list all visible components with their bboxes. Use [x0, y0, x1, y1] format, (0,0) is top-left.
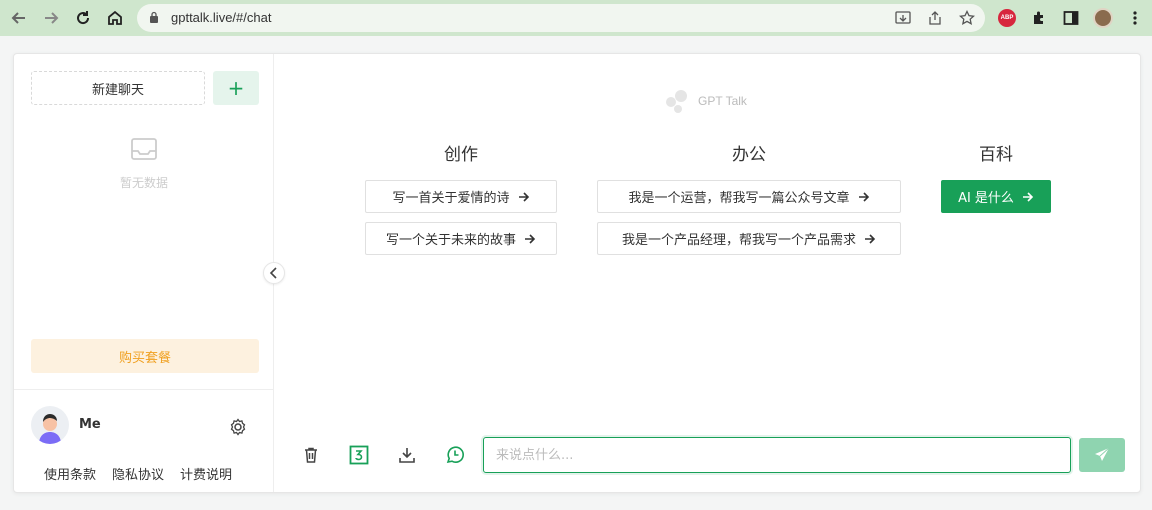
terms-link[interactable]: 使用条款 [44, 464, 96, 483]
arrow-right-icon [865, 233, 876, 244]
prompt-button[interactable]: 写一个关于未来的故事 [365, 222, 557, 255]
arrow-right-icon [518, 191, 529, 202]
share-icon[interactable] [925, 8, 945, 28]
side-panel-icon[interactable] [1060, 7, 1082, 29]
delete-trash-icon[interactable] [300, 444, 322, 466]
avatar[interactable] [31, 406, 69, 444]
column-title-office: 办公 [732, 145, 766, 165]
history-clock-icon[interactable] [444, 444, 466, 466]
user-panel: Me 使用条款 隐私协议 计费说明 [14, 389, 274, 492]
sidebar: 新建聊天 + 暂无数据 购买套餐 Me 使用条款 隐私协议 计费说明 [14, 54, 274, 492]
settings-gear-icon[interactable] [228, 417, 248, 437]
url-text: gpttalk.live/#/chat [171, 10, 272, 25]
pricing-link[interactable]: 计费说明 [180, 464, 232, 483]
add-chat-button[interactable]: + [213, 71, 259, 105]
logo-icon [666, 90, 687, 113]
arrow-right-icon [1022, 191, 1034, 202]
buy-plan-button[interactable]: 购买套餐 [31, 339, 259, 373]
privacy-link[interactable]: 隐私协议 [112, 464, 164, 483]
home-icon[interactable] [103, 6, 127, 30]
empty-state: 暂无数据 [14, 138, 274, 191]
empty-text: 暂无数据 [119, 176, 168, 190]
reload-icon[interactable] [71, 6, 95, 30]
footer-links: 使用条款 隐私协议 计费说明 [44, 464, 254, 483]
browser-toolbar: gpttalk.live/#/chat ABP [0, 0, 1152, 36]
back-icon[interactable] [7, 6, 31, 30]
context-mode-icon[interactable] [348, 444, 370, 466]
user-name: Me [79, 417, 101, 432]
arrow-right-icon [858, 191, 869, 202]
download-icon[interactable] [396, 444, 418, 466]
forward-icon[interactable] [39, 6, 63, 30]
arrow-right-icon [525, 233, 536, 244]
address-bar[interactable]: gpttalk.live/#/chat [137, 4, 985, 32]
send-button[interactable] [1079, 438, 1125, 472]
chat-message-input[interactable] [483, 437, 1071, 473]
logo-text: GPT Talk [698, 94, 747, 108]
chat-app: 新建聊天 + 暂无数据 购买套餐 Me 使用条款 隐私协议 计费说明 GPT T… [13, 53, 1141, 493]
inbox-icon [131, 138, 157, 160]
lock-icon [150, 11, 158, 23]
install-icon[interactable] [893, 8, 913, 28]
column-title-creation: 创作 [444, 145, 478, 165]
prompt-button-primary[interactable]: AI 是什么 [941, 180, 1051, 213]
prompt-button[interactable]: 我是一个运营，帮我写一篇公众号文章 [597, 180, 901, 213]
extensions-icon[interactable] [1028, 7, 1050, 29]
adblock-extension-icon[interactable]: ABP [996, 7, 1018, 29]
chat-main: GPT Talk 创作 写一首关于爱情的诗 写一个关于未来的故事 办公 我是一个… [275, 54, 1141, 492]
column-title-encyclopedia: 百科 [979, 145, 1013, 165]
new-chat-button[interactable]: 新建聊天 [31, 71, 205, 105]
app-logo: GPT Talk [664, 88, 747, 114]
send-paper-plane-icon [1095, 447, 1110, 461]
profile-avatar-icon[interactable] [1092, 7, 1114, 29]
prompt-button[interactable]: 我是一个产品经理，帮我写一个产品需求 [597, 222, 901, 255]
prompt-button[interactable]: 写一首关于爱情的诗 [365, 180, 557, 213]
menu-kebab-icon[interactable] [1124, 7, 1146, 29]
bookmark-star-icon[interactable] [957, 8, 977, 28]
